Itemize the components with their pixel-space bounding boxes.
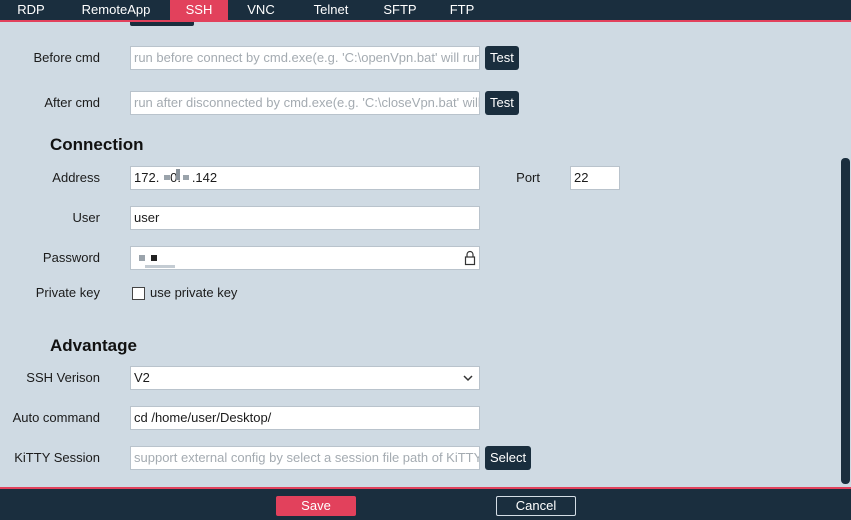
- tab-vnc[interactable]: VNC: [228, 0, 294, 20]
- ssh-version-value: V2: [134, 370, 150, 385]
- before-cmd-label: Before cmd: [33, 50, 100, 65]
- ssh-version-select[interactable]: V2: [130, 366, 480, 390]
- after-cmd-label: After cmd: [44, 95, 100, 110]
- redaction-blur: [176, 169, 180, 180]
- port-input[interactable]: 22: [570, 166, 620, 190]
- kitty-session-input[interactable]: support external config by select a sess…: [130, 446, 480, 470]
- tab-remoteapp[interactable]: RemoteApp: [62, 0, 170, 20]
- password-mask-dot: [151, 255, 157, 261]
- user-label: User: [72, 210, 100, 225]
- save-button[interactable]: Save: [276, 496, 356, 516]
- redaction-blur: [164, 175, 170, 180]
- kitty-session-label: KiTTY Session: [14, 450, 100, 465]
- auto-command-label: Auto command: [12, 410, 100, 425]
- redaction-blur: [145, 265, 175, 268]
- footer-bar: Save Cancel: [0, 487, 851, 520]
- user-input[interactable]: user: [130, 206, 480, 230]
- after-cmd-input[interactable]: run after disconnected by cmd.exe(e.g. '…: [130, 91, 480, 115]
- vertical-scrollbar[interactable]: [841, 158, 850, 484]
- port-label: Port: [516, 170, 540, 185]
- after-cmd-test-button[interactable]: Test: [485, 91, 519, 115]
- private-key-label: Private key: [35, 285, 100, 300]
- protocol-tab-bar: RDP RemoteApp SSH VNC Telnet SFTP FTP: [0, 0, 851, 22]
- tab-sftp[interactable]: SFTP: [368, 0, 432, 20]
- address-label: Address: [52, 170, 100, 185]
- password-mask-dot: [139, 255, 145, 261]
- tab-ssh[interactable]: SSH: [170, 0, 228, 20]
- ssh-version-label: SSH Verison: [26, 370, 100, 385]
- auto-command-input[interactable]: cd /home/user/Desktop/: [130, 406, 480, 430]
- scrolled-button-edge: [130, 22, 194, 26]
- tab-ftp[interactable]: FTP: [432, 0, 492, 20]
- use-private-key-label[interactable]: use private key: [150, 281, 237, 305]
- kitty-session-select-button[interactable]: Select: [485, 446, 532, 470]
- cancel-button[interactable]: Cancel: [496, 496, 576, 516]
- redaction-blur: [183, 175, 189, 180]
- chevron-down-icon: [463, 375, 473, 382]
- before-cmd-test-button[interactable]: Test: [485, 46, 519, 70]
- password-label: Password: [42, 250, 100, 265]
- address-input[interactable]: 172. 0. .142: [130, 166, 480, 190]
- lock-icon[interactable]: [463, 250, 477, 266]
- connection-section-title: Connection: [50, 135, 144, 154]
- tab-telnet[interactable]: Telnet: [294, 0, 368, 20]
- use-private-key-checkbox[interactable]: [132, 287, 145, 300]
- tab-rdp[interactable]: RDP: [0, 0, 62, 20]
- advantage-section-title: Advantage: [50, 336, 137, 355]
- before-cmd-input[interactable]: run before connect by cmd.exe(e.g. 'C:\o…: [130, 46, 480, 70]
- password-input[interactable]: [130, 246, 480, 270]
